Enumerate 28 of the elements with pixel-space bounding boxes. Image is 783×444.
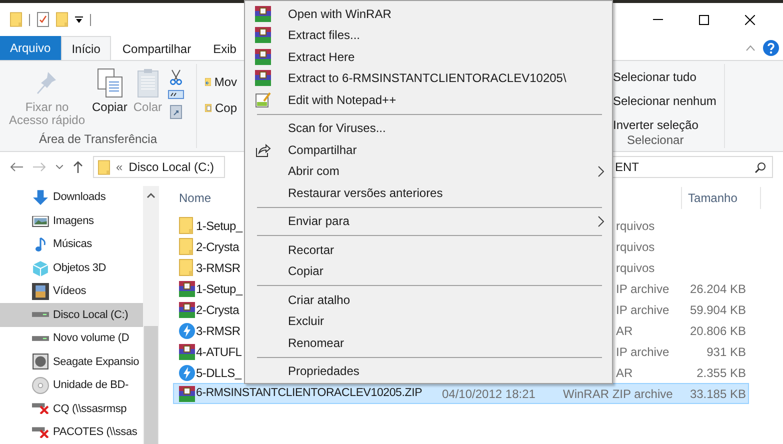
file-size: 26.204 KB <box>688 280 746 298</box>
file-name: 1-Setup_ <box>196 218 242 232</box>
file-type: rquivos <box>616 260 656 276</box>
file-size: 931 KB <box>706 344 746 360</box>
file-type: AR <box>616 364 634 382</box>
file-date: 04/10/2012 18:21 <box>442 386 536 402</box>
file-name: 4-ATUFL <box>196 344 242 358</box>
file-size: 20.806 KB <box>688 322 746 340</box>
file-type: IP archive <box>616 344 670 360</box>
file-name: 1-Setup_ <box>196 282 242 296</box>
address-separator: « <box>116 159 123 176</box>
group-label: Selecionar <box>626 132 685 149</box>
file-type: rquivos <box>616 238 656 256</box>
file-type: AR <box>616 322 634 340</box>
file-type: rquivos <box>616 218 656 234</box>
file-size: 59.904 KB <box>688 302 746 318</box>
file-type: IP archive <box>616 280 670 298</box>
group-label: Área de Transferência <box>38 131 158 148</box>
file-name: 3-RMSR <box>196 260 240 274</box>
file-type: IP archive <box>616 302 670 318</box>
file-type: WinRAR ZIP archive <box>563 386 674 402</box>
file-size: 33.185 KB <box>688 386 746 402</box>
file-name: 6-RMSINSTANTCLIENTORACLEV10205.ZIP <box>196 386 424 401</box>
file-size: 2.355 KB <box>696 364 746 382</box>
file-name: 2-Crysta <box>196 240 239 254</box>
file-name: 5-DLLS_ <box>196 366 242 380</box>
file-name: 2-Crysta <box>196 302 239 316</box>
file-name: 3-RMSR <box>196 324 240 338</box>
